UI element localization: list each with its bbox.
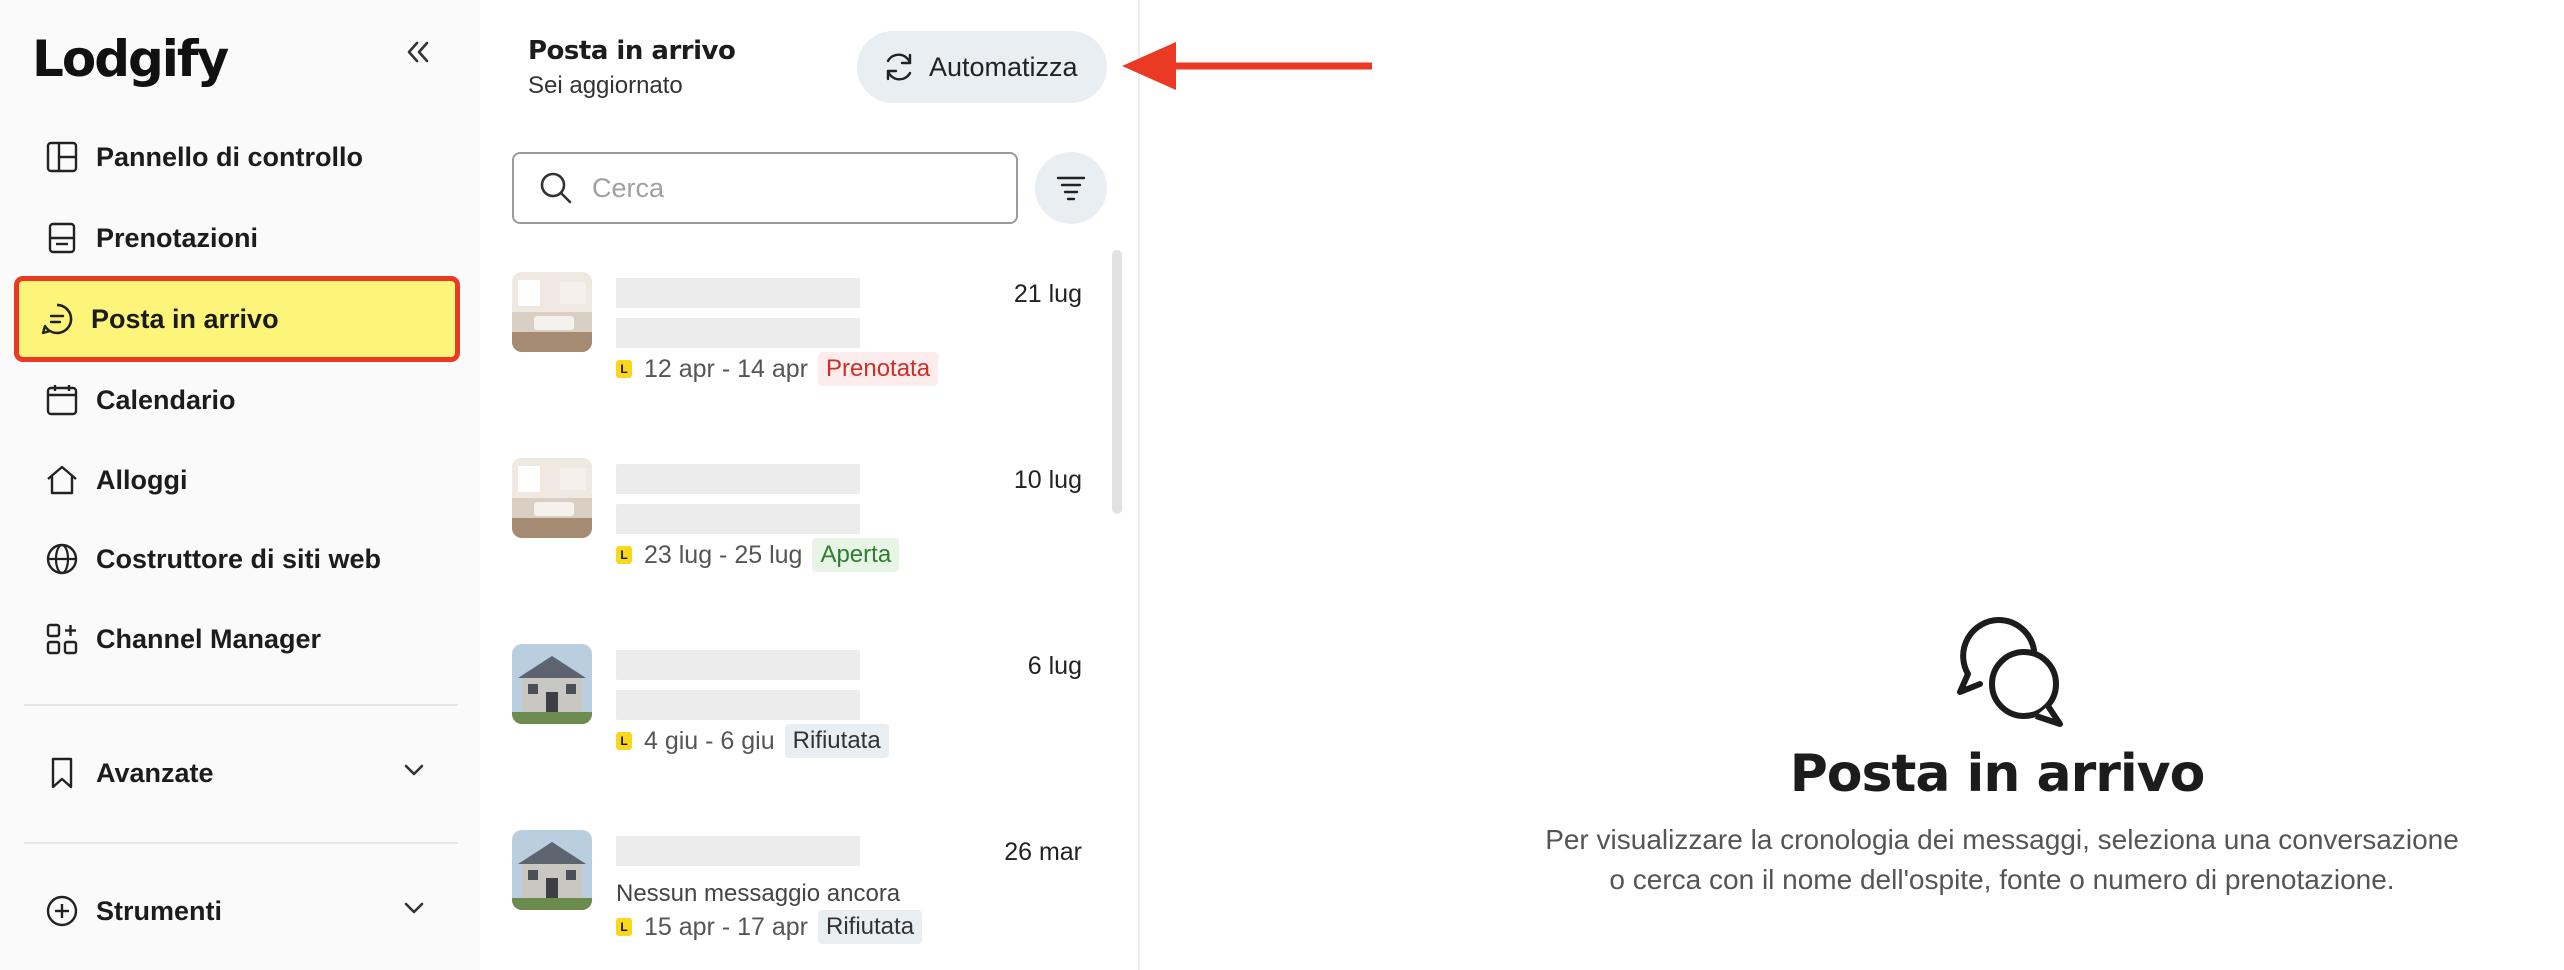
automate-label: Automatizza bbox=[929, 51, 1078, 82]
empty-state-description: Per visualizzare la cronologia dei messa… bbox=[1522, 820, 2482, 900]
lodgify-source-icon: L bbox=[616, 918, 632, 936]
nav-label-tools: Strumenti bbox=[96, 895, 223, 926]
chevron-down-icon bbox=[400, 756, 428, 791]
refresh-icon bbox=[886, 53, 912, 81]
booking-meta: L 12 apr - 14 apr Prenotata bbox=[616, 352, 939, 386]
property-thumbnail bbox=[512, 644, 592, 724]
nav-label-bookings: Prenotazioni bbox=[96, 222, 259, 253]
nav-label-inbox: Posta in arrivo bbox=[91, 303, 279, 334]
inbox-status: Sei aggiornato bbox=[528, 72, 683, 99]
nav-label-advanced: Avanzate bbox=[96, 757, 214, 788]
empty-state-line-2: o cerca con il nome dell'ospite, fonte o… bbox=[1609, 864, 2395, 895]
nav-item-inbox[interactable]: Posta in arrivo bbox=[14, 276, 460, 362]
home-icon bbox=[42, 460, 82, 500]
bookings-icon bbox=[42, 218, 82, 258]
conversation-date: 10 lug bbox=[1013, 466, 1082, 494]
status-badge: Prenotata bbox=[818, 352, 939, 386]
guest-name-placeholder bbox=[616, 650, 860, 680]
booking-dates: 4 giu - 6 giu bbox=[644, 726, 775, 755]
chat-bubbles-icon bbox=[1957, 616, 2063, 727]
nav-item-dashboard[interactable]: Pannello di controllo bbox=[22, 120, 454, 194]
guest-name-placeholder bbox=[616, 464, 860, 494]
filter-icon bbox=[1056, 176, 1086, 201]
channel-icon bbox=[42, 619, 82, 659]
app-logo[interactable]: Lodgify bbox=[32, 30, 229, 88]
filter-button[interactable] bbox=[1035, 152, 1107, 224]
nav-label-properties: Alloggi bbox=[96, 464, 188, 495]
sidebar: Lodgify Pannello di controllo Prenotazio… bbox=[0, 0, 480, 970]
inbox-list-pane: Posta in arrivo Sei aggiornato Automatiz… bbox=[480, 0, 1140, 970]
property-thumbnail bbox=[512, 272, 592, 352]
guest-name-placeholder bbox=[616, 278, 860, 308]
chevron-down-icon bbox=[400, 894, 428, 929]
status-badge: Aperta bbox=[812, 538, 900, 572]
nav-label-calendar: Calendario bbox=[96, 384, 236, 415]
booking-meta: L 4 giu - 6 giu Rifiutata bbox=[616, 724, 889, 758]
automate-button[interactable]: Automatizza bbox=[857, 31, 1107, 103]
message-placeholder bbox=[616, 504, 860, 534]
status-badge: Rifiutata bbox=[784, 724, 889, 758]
calendar-icon bbox=[42, 380, 82, 420]
sidebar-divider bbox=[24, 842, 458, 844]
booking-meta: L 23 lug - 25 lug Aperta bbox=[616, 538, 900, 572]
chat-icon bbox=[37, 299, 77, 339]
search-input[interactable] bbox=[592, 172, 972, 204]
nav-label-channel-manager: Channel Manager bbox=[96, 623, 322, 654]
message-placeholder bbox=[616, 690, 860, 720]
lodgify-source-icon: L bbox=[616, 732, 632, 750]
property-thumbnail bbox=[512, 830, 592, 910]
property-thumbnail bbox=[512, 458, 592, 538]
double-chevron-left-icon bbox=[407, 41, 429, 63]
nav-item-calendar[interactable]: Calendario bbox=[22, 363, 454, 437]
plus-circle-icon bbox=[42, 891, 82, 931]
booking-dates: 23 lug - 25 lug bbox=[644, 540, 803, 569]
conversation-item[interactable]: Nessun messaggio ancora 26 mar L 15 apr … bbox=[512, 830, 1082, 970]
globe-icon bbox=[42, 539, 82, 579]
conversation-date: 26 mar bbox=[1004, 838, 1082, 866]
sidebar-divider bbox=[24, 704, 458, 706]
guest-name-placeholder bbox=[616, 836, 860, 866]
booking-dates: 12 apr - 14 apr bbox=[644, 354, 808, 383]
dashboard-icon bbox=[42, 137, 82, 177]
conversation-item[interactable]: 6 lug L 4 giu - 6 giu Rifiutata bbox=[512, 644, 1082, 804]
nav-item-channel-manager[interactable]: Channel Manager bbox=[22, 602, 454, 676]
conversation-item[interactable]: 10 lug L 23 lug - 25 lug Aperta bbox=[512, 458, 1082, 618]
booking-dates: 15 apr - 17 apr bbox=[644, 912, 808, 941]
nav-section-tools[interactable]: Strumenti bbox=[22, 874, 454, 948]
inbox-title: Posta in arrivo bbox=[528, 36, 736, 66]
booking-meta: L 15 apr - 17 apr Rifiutata bbox=[616, 910, 923, 944]
conversation-date: 21 lug bbox=[1013, 280, 1082, 308]
nav-section-advanced[interactable]: Avanzate bbox=[22, 736, 454, 810]
empty-state-line-1: Per visualizzare la cronologia dei messa… bbox=[1545, 824, 2459, 855]
collapse-sidebar-button[interactable] bbox=[396, 30, 440, 74]
nav-label-website-builder: Costruttore di siti web bbox=[96, 543, 382, 574]
list-scrollbar[interactable] bbox=[1112, 250, 1122, 514]
lodgify-source-icon: L bbox=[616, 360, 632, 378]
message-preview: Nessun messaggio ancora bbox=[616, 880, 901, 907]
conversation-date: 6 lug bbox=[1027, 652, 1082, 680]
nav-item-website-builder[interactable]: Costruttore di siti web bbox=[22, 522, 454, 596]
search-box[interactable] bbox=[512, 152, 1018, 224]
conversation-item[interactable]: 21 lug L 12 apr - 14 apr Prenotata bbox=[512, 272, 1082, 432]
empty-state-title: Posta in arrivo bbox=[1789, 744, 2206, 804]
lodgify-source-icon: L bbox=[616, 546, 632, 564]
message-placeholder bbox=[616, 318, 860, 348]
status-badge: Rifiutata bbox=[818, 910, 923, 944]
conversation-empty-state: Posta in arrivo Per visualizzare la cron… bbox=[1142, 0, 2564, 970]
search-icon bbox=[540, 172, 572, 204]
nav-item-properties[interactable]: Alloggi bbox=[22, 443, 454, 517]
bookmark-icon bbox=[42, 753, 82, 793]
nav-item-bookings[interactable]: Prenotazioni bbox=[22, 201, 454, 275]
nav-label-dashboard: Pannello di controllo bbox=[96, 141, 364, 172]
